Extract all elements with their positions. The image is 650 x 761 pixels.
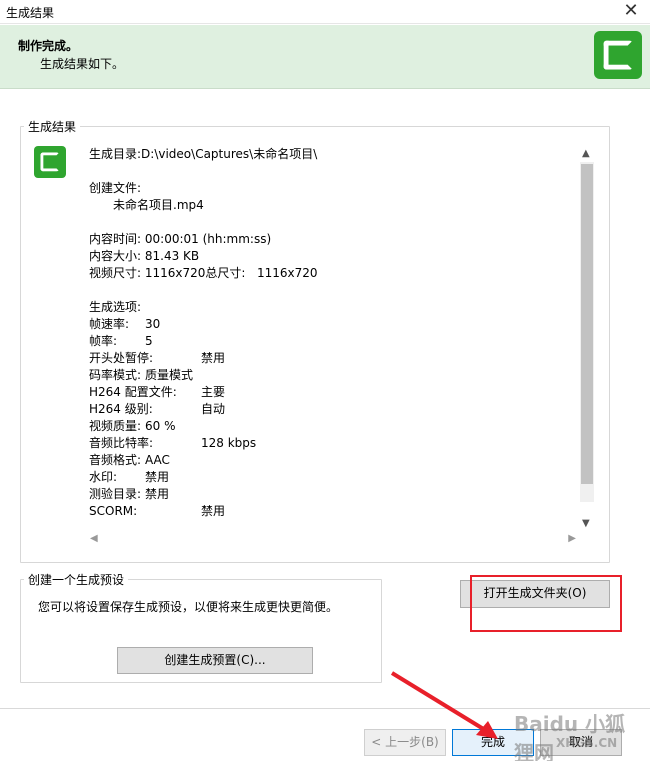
duration-label: 内容时间: (89, 232, 142, 246)
option-label: H264 配置文件: (89, 385, 177, 399)
option-value: 主要 (201, 385, 226, 399)
option-value: 5 (145, 334, 153, 348)
option-label: 测验目录: (89, 487, 142, 501)
options-list: 帧速率: 30 帧率: 5 开头处暂停: 禁用 码率模式: 质量模式 H264 配置文件: 主要 H… (89, 316, 559, 520)
option-value: 128 kbps (201, 436, 257, 450)
scroll-down-icon[interactable]: ▼ (582, 518, 590, 529)
scroll-thumb[interactable] (581, 164, 593, 484)
option-row: SCORM: 禁用 (89, 503, 559, 520)
option-label: 开头处暂停: (89, 351, 154, 365)
title-bar: 生成结果 ✕ (0, 0, 650, 24)
option-value: 禁用 (145, 487, 170, 501)
results-legend: 生成结果 (24, 118, 81, 135)
video-dims-value: 1116x720 (144, 266, 206, 280)
option-row: 视频质量: 60 % (89, 418, 559, 435)
window-title: 生成结果 (6, 6, 55, 20)
watermark-text: Baidu 小狐狸网 (514, 712, 626, 761)
duration-value: 00:00:01 (hh:mm:ss) (144, 232, 272, 246)
option-value: 质量模式 (145, 368, 194, 382)
created-files-label: 创建文件: (89, 181, 142, 195)
highlight-box (470, 575, 622, 632)
preset-description: 您可以将设置保存生成预设，以便将来生成更快更简便。 (38, 600, 339, 614)
option-label: SCORM: (89, 504, 138, 518)
option-row: 音频格式: AAC (89, 452, 559, 469)
option-row: 音频比特率: 128 kbps (89, 435, 559, 452)
option-row: 开头处暂停: 禁用 (89, 350, 559, 367)
option-value: 30 (145, 317, 161, 331)
option-label: H264 级别: (89, 402, 153, 416)
output-dir-row: 生成目录:D:\video\Captures\未命名项目\ (89, 146, 559, 163)
options-label: 生成选项: (89, 300, 142, 314)
output-dir-value: D:\video\Captures\未命名项目\ (141, 147, 318, 161)
annotation-arrow-icon (390, 671, 498, 739)
camtasia-logo-icon (594, 31, 642, 79)
option-row: 水印: 禁用 (89, 469, 559, 486)
option-value: 禁用 (145, 470, 170, 484)
created-file: 未命名项目.mp4 (113, 198, 204, 212)
duration-row: 内容时间: 00:00:01 (hh:mm:ss) (89, 231, 559, 248)
option-label: 帧率: (89, 334, 118, 348)
watermark-domain: XHGS.CN (556, 736, 618, 750)
option-label: 帧速率: (89, 317, 130, 331)
video-dims-label: 视频尺寸: (89, 266, 142, 280)
option-row: 帧速率: 30 (89, 316, 559, 333)
horizontal-scrollbar[interactable]: ◀ ▶ (88, 533, 578, 547)
option-row: H264 配置文件: 主要 (89, 384, 559, 401)
option-label: 视频质量: (89, 419, 142, 433)
vertical-scrollbar[interactable]: ▲ ▼ (578, 148, 596, 532)
option-row: 帧率: 5 (89, 333, 559, 350)
completion-banner: 制作完成。 生成结果如下。 (0, 25, 650, 89)
close-icon[interactable]: ✕ (620, 1, 642, 23)
size-label: 内容大小: (89, 249, 142, 263)
total-dims-value: 1116x720 (257, 266, 318, 280)
option-value: 禁用 (201, 504, 226, 518)
dims-row: 视频尺寸: 1116x720总尺寸: 1116x720 (89, 265, 559, 282)
option-value: 自动 (201, 402, 226, 416)
camtasia-file-icon (34, 146, 66, 178)
option-row: 码率模式: 质量模式 (89, 367, 559, 384)
option-label: 水印: (89, 470, 118, 484)
size-row: 内容大小: 81.43 KB (89, 248, 559, 265)
option-label: 音频比特率: (89, 436, 154, 450)
option-value: 60 % (145, 419, 176, 433)
watermark: Baidu 小狐狸网 XHGS.CN (492, 708, 642, 761)
preset-legend: 创建一个生成预设 (24, 571, 129, 588)
results-text: 生成目录:D:\video\Captures\未命名项目\ 创建文件: 未命名项… (89, 146, 559, 520)
scroll-up-icon[interactable]: ▲ (582, 148, 590, 159)
banner-subtext: 生成结果如下。 (40, 57, 125, 71)
create-preset-button[interactable]: 创建生成预置(C)... (117, 647, 313, 674)
output-dir-label: 生成目录: (89, 147, 142, 161)
option-row: H264 级别: 自动 (89, 401, 559, 418)
option-label: 码率模式: (89, 368, 142, 382)
option-row: 测验目录: 禁用 (89, 486, 559, 503)
option-value: 禁用 (201, 351, 226, 365)
scroll-left-icon[interactable]: ◀ (90, 533, 98, 544)
option-label: 音频格式: (89, 453, 142, 467)
total-dims-label: 总尺寸: (205, 266, 246, 280)
option-value: AAC (145, 453, 170, 467)
banner-heading: 制作完成。 (18, 39, 79, 53)
size-value: 81.43 KB (144, 249, 200, 263)
scroll-right-icon[interactable]: ▶ (568, 533, 576, 544)
